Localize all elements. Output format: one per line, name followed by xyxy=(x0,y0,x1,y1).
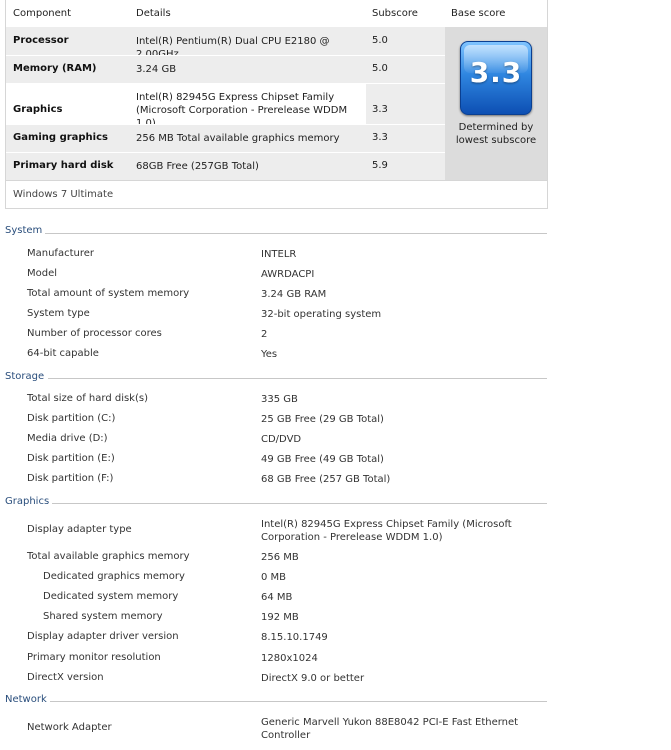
section-divider xyxy=(50,701,547,702)
subscore-cell: 3.3 xyxy=(366,84,445,124)
prop-label: DirectX version xyxy=(27,672,104,683)
row-details: 256 MB Total available graphics memory xyxy=(136,133,340,144)
subscore-cell: 5.0 xyxy=(366,56,445,83)
prop-value: 64 MB xyxy=(261,592,293,603)
section-title-storage: Storage xyxy=(5,371,45,382)
prop-value: CD/DVD xyxy=(261,434,302,445)
section-title-system: System xyxy=(5,225,43,236)
header-component: Component xyxy=(13,8,72,19)
prop-label: Dedicated system memory xyxy=(43,591,179,602)
subscore-value: 5.0 xyxy=(372,35,388,46)
subscore-value: 3.3 xyxy=(372,132,388,143)
prop-label: Network Adapter xyxy=(27,722,112,733)
section-divider xyxy=(48,378,547,379)
subscore-cell: 5.0 xyxy=(366,27,445,55)
prop-label: Display adapter driver version xyxy=(27,631,179,642)
base-score-caption: Determined by lowest subscore xyxy=(455,122,537,146)
prop-value: 3.24 GB RAM xyxy=(261,289,327,300)
prop-value: Generic Marvell Yukon 88E8042 PCI-E Fast… xyxy=(261,717,519,741)
prop-label: Model xyxy=(27,268,58,279)
row-label: Primary hard disk xyxy=(13,160,114,171)
header-subscore: Subscore xyxy=(372,8,418,19)
prop-label: Number of processor cores xyxy=(27,328,162,339)
score-row-memory: Memory (RAM) 3.24 GB xyxy=(6,56,366,83)
score-table: Component Details Subscore Base score Pr… xyxy=(5,0,548,209)
subscore-value: 5.0 xyxy=(372,63,388,74)
prop-label: Dedicated graphics memory xyxy=(43,571,185,582)
prop-value: 335 GB xyxy=(261,394,298,405)
base-score-value: 3.3 xyxy=(469,56,523,89)
row-label: Processor xyxy=(13,35,69,46)
section-divider xyxy=(45,233,547,234)
subscore-cell: 5.9 xyxy=(366,153,445,180)
row-details: 3.24 GB xyxy=(136,64,177,75)
section-title-network: Network xyxy=(5,694,47,705)
prop-value: Intel(R) 82945G Express Chipset Family (… xyxy=(261,519,512,543)
score-row-gaming-graphics: Gaming graphics 256 MB Total available g… xyxy=(6,125,366,152)
row-label: Gaming graphics xyxy=(13,132,108,143)
subscore-cell: 3.3 xyxy=(366,125,445,152)
section-divider xyxy=(52,503,547,504)
prop-label: System type xyxy=(27,308,90,319)
row-label: Memory (RAM) xyxy=(13,63,97,74)
base-score-badge: 3.3 xyxy=(460,41,532,115)
prop-value: 32-bit operating system xyxy=(261,309,382,320)
prop-label: Total amount of system memory xyxy=(27,288,190,299)
header-base-score: Base score xyxy=(451,8,506,19)
prop-value: DirectX 9.0 or better xyxy=(261,673,365,684)
prop-label: Shared system memory xyxy=(43,611,163,622)
score-row-primary-hard-disk: Primary hard disk 68GB Free (257GB Total… xyxy=(6,153,366,180)
base-score-panel: 3.3 Determined by lowest subscore xyxy=(445,27,547,180)
prop-label: Total size of hard disk(s) xyxy=(27,393,148,404)
prop-value: AWRDACPI xyxy=(261,269,315,280)
prop-value: 8.15.10.1749 xyxy=(261,632,328,643)
score-row-graphics: Graphics Intel(R) 82945G Express Chipset… xyxy=(6,84,366,129)
prop-value: 25 GB Free (29 GB Total) xyxy=(261,414,384,425)
prop-label: Manufacturer xyxy=(27,248,94,259)
prop-value: INTELR xyxy=(261,249,297,260)
score-row-processor: Processor Intel(R) Pentium(R) Dual CPU E… xyxy=(6,27,366,60)
prop-value: 1280x1024 xyxy=(261,653,318,664)
prop-value: 192 MB xyxy=(261,612,299,623)
prop-value: Yes xyxy=(261,349,278,360)
os-edition: Windows 7 Ultimate xyxy=(13,189,114,200)
header-details: Details xyxy=(136,8,171,19)
prop-value: 2 xyxy=(261,329,268,340)
subscore-value: 5.9 xyxy=(372,160,388,171)
subscore-value: 3.3 xyxy=(372,104,388,115)
prop-label: Display adapter type xyxy=(27,524,132,535)
prop-label: Disk partition (C:) xyxy=(27,413,116,424)
section-title-graphics: Graphics xyxy=(5,496,50,507)
prop-label: 64-bit capable xyxy=(27,348,99,359)
prop-value: 256 MB xyxy=(261,552,299,563)
row-details: 68GB Free (257GB Total) xyxy=(136,161,259,172)
prop-label: Total available graphics memory xyxy=(27,551,190,562)
prop-label: Disk partition (E:) xyxy=(27,453,115,464)
row-label: Graphics xyxy=(13,104,63,115)
prop-value: 68 GB Free (257 GB Total) xyxy=(261,474,391,485)
prop-value: 0 MB xyxy=(261,572,287,583)
prop-value: 49 GB Free (49 GB Total) xyxy=(261,454,384,465)
prop-label: Media drive (D:) xyxy=(27,433,108,444)
os-edition-row: Windows 7 Ultimate xyxy=(6,180,547,209)
prop-label: Primary monitor resolution xyxy=(27,652,161,663)
prop-label: Disk partition (F:) xyxy=(27,473,114,484)
